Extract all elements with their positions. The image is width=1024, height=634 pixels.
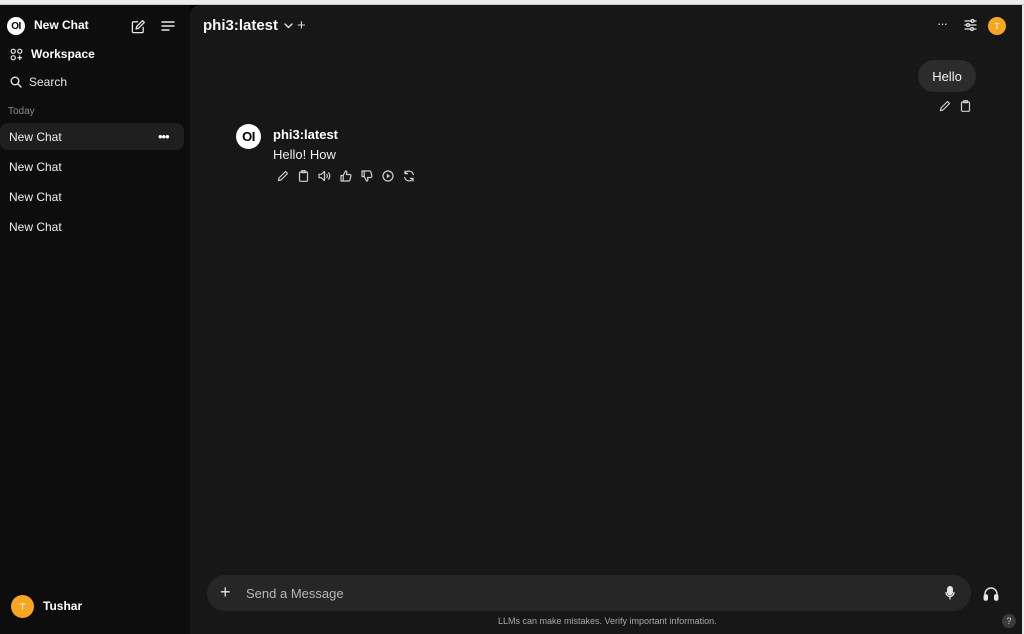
chat-list-item[interactable]: New Chat: [0, 153, 184, 180]
user-message-bubble: Hello: [918, 60, 976, 92]
speaker-icon[interactable]: [318, 169, 331, 182]
attach-button[interactable]: +: [220, 583, 231, 601]
assistant-avatar: OI: [236, 124, 261, 149]
add-model-button[interactable]: +: [297, 17, 306, 34]
play-circle-icon[interactable]: [381, 169, 394, 182]
chat-title: New Chat: [9, 160, 62, 174]
thumbs-up-icon[interactable]: [339, 169, 352, 182]
assistant-name: phi3:latest: [273, 127, 339, 142]
magnifier-icon: [9, 75, 23, 89]
disclaimer-text: LLMs can make mistakes. Verify important…: [498, 616, 717, 626]
chat-title: New Chat: [9, 190, 62, 204]
assistant-message: Hello! How: [273, 147, 336, 162]
sidebar: OI New Chat Workspace Search Today New C…: [0, 5, 190, 634]
pencil-icon[interactable]: [276, 169, 289, 182]
header-user-avatar[interactable]: T: [988, 17, 1006, 35]
chat-title: New Chat: [9, 130, 62, 144]
section-heading-today: Today: [8, 106, 35, 117]
chevron-down-icon[interactable]: [283, 21, 293, 31]
new-chat-link[interactable]: New Chat: [34, 18, 89, 32]
user-name[interactable]: Tushar: [43, 599, 82, 613]
workspace-link[interactable]: Workspace: [31, 47, 95, 61]
menu-lines-icon[interactable]: [160, 18, 176, 34]
app-window: OI New Chat Workspace Search Today New C…: [0, 5, 1022, 634]
chat-main-panel: phi3:latest + ··· T Hello OI phi3:latest…: [190, 5, 1022, 634]
chat-list-item-active[interactable]: New Chat •••: [0, 123, 184, 150]
microphone-icon[interactable]: [943, 586, 957, 600]
message-composer: + Send a Message: [207, 575, 971, 611]
pencil-icon[interactable]: [938, 99, 951, 112]
more-options-button[interactable]: ···: [937, 16, 948, 31]
sliders-icon[interactable]: [963, 18, 977, 32]
user-avatar[interactable]: T: [11, 595, 34, 618]
workspace-grid-icon: [9, 47, 23, 61]
thumbs-down-icon[interactable]: [360, 169, 373, 182]
new-chat-pencil-icon[interactable]: [130, 18, 146, 34]
brand-logo[interactable]: OI: [7, 17, 25, 35]
clipboard-icon[interactable]: [959, 99, 972, 112]
clipboard-icon[interactable]: [297, 169, 310, 182]
help-button[interactable]: ?: [1002, 614, 1016, 628]
chat-title: New Chat: [9, 220, 62, 234]
chat-list-item[interactable]: New Chat: [0, 213, 184, 240]
model-selector[interactable]: phi3:latest: [203, 17, 278, 34]
refresh-icon[interactable]: [402, 169, 415, 182]
chat-options-icon[interactable]: •••: [158, 129, 170, 144]
headphones-icon[interactable]: [982, 585, 999, 602]
search-link[interactable]: Search: [29, 75, 67, 89]
message-input[interactable]: Send a Message: [246, 586, 344, 601]
chat-list-item[interactable]: New Chat: [0, 183, 184, 210]
